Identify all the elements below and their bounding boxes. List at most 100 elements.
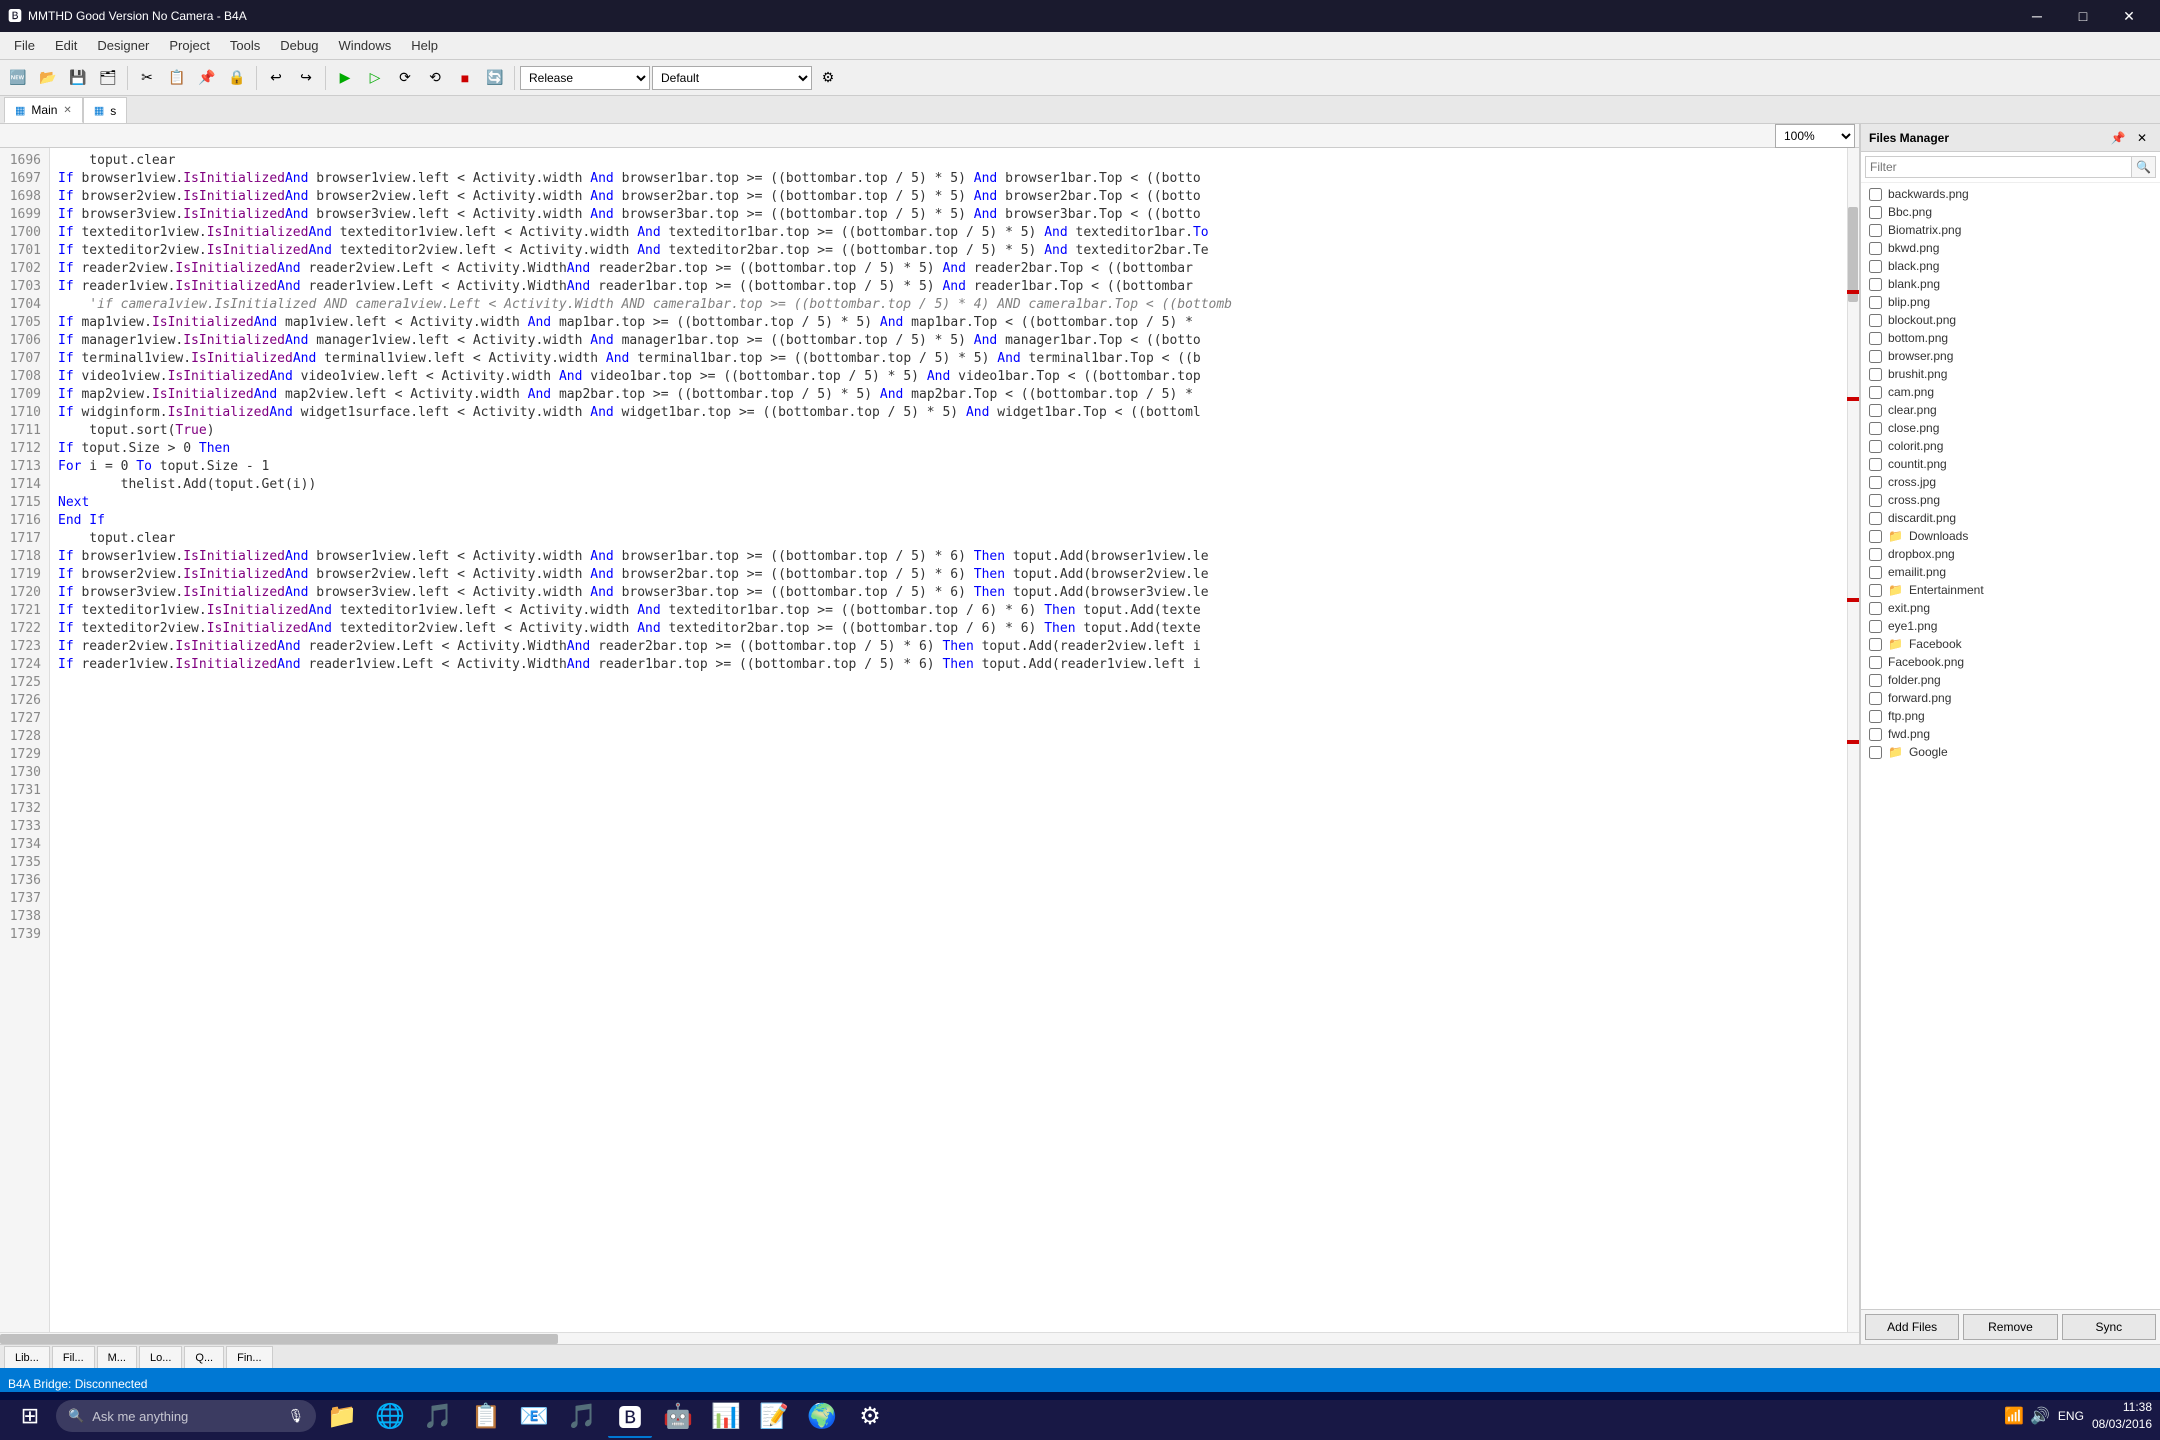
- taskbar-settings[interactable]: ⚙: [848, 1394, 892, 1438]
- search-bar[interactable]: 🔍 🎙: [56, 1400, 316, 1432]
- list-item[interactable]: Biomatrix.png: [1861, 221, 2160, 239]
- editor-content[interactable]: 1696169716981699170017011702170317041705…: [0, 148, 1859, 1332]
- close-button[interactable]: ✕: [2106, 0, 2152, 32]
- list-item[interactable]: bottom.png: [1861, 329, 2160, 347]
- list-item[interactable]: brushit.png: [1861, 365, 2160, 383]
- toolbar-new-btn[interactable]: 🆕: [4, 64, 32, 92]
- filter-input[interactable]: [1865, 156, 2132, 178]
- list-item[interactable]: fwd.png: [1861, 725, 2160, 743]
- list-item[interactable]: 📁Facebook: [1861, 635, 2160, 653]
- toolbar-save-all-btn[interactable]: 🗂: [94, 64, 122, 92]
- menu-help[interactable]: Help: [401, 34, 448, 57]
- panel-tab-lo[interactable]: Lo...: [139, 1346, 182, 1368]
- taskbar-media[interactable]: 🎵: [416, 1394, 460, 1438]
- panel-tab-fil[interactable]: Fil...: [52, 1346, 95, 1368]
- horizontal-scrollbar[interactable]: [0, 1332, 1859, 1344]
- list-item[interactable]: Bbc.png: [1861, 203, 2160, 221]
- toolbar-save-btn[interactable]: 💾: [64, 64, 92, 92]
- taskbar-chrome[interactable]: 🌍: [800, 1394, 844, 1438]
- list-item[interactable]: eye1.png: [1861, 617, 2160, 635]
- remove-button[interactable]: Remove: [1963, 1314, 2057, 1340]
- list-item[interactable]: forward.png: [1861, 689, 2160, 707]
- toolbar-copy-btn[interactable]: 📋: [163, 64, 191, 92]
- search-input[interactable]: [92, 1409, 279, 1424]
- code-content[interactable]: toput.clear If browser1view.IsInitialize…: [50, 148, 1847, 1332]
- toolbar-extra-btn[interactable]: ⚙: [814, 64, 842, 92]
- taskbar-spotify[interactable]: 🎵: [560, 1394, 604, 1438]
- list-item[interactable]: cross.png: [1861, 491, 2160, 509]
- toolbar-redo-btn[interactable]: ↪: [292, 64, 320, 92]
- list-item[interactable]: countit.png: [1861, 455, 2160, 473]
- panel-tab-fin[interactable]: Fin...: [226, 1346, 272, 1368]
- toolbar-stop-btn[interactable]: ■: [451, 64, 479, 92]
- list-item[interactable]: exit.png: [1861, 599, 2160, 617]
- list-item[interactable]: browser.png: [1861, 347, 2160, 365]
- sync-button[interactable]: Sync: [2062, 1314, 2156, 1340]
- tab-main[interactable]: ▦ Main ✕: [4, 97, 83, 123]
- toolbar-step2-btn[interactable]: ⟲: [421, 64, 449, 92]
- files-manager-close-btn[interactable]: ✕: [2132, 128, 2152, 148]
- panel-tab-lib[interactable]: Lib...: [4, 1346, 50, 1368]
- list-item[interactable]: 📁Downloads: [1861, 527, 2160, 545]
- build-config-combo[interactable]: Release Debug: [520, 66, 650, 90]
- list-item[interactable]: cam.png: [1861, 383, 2160, 401]
- device-combo[interactable]: Default: [652, 66, 812, 90]
- taskbar-task[interactable]: 📋: [464, 1394, 508, 1438]
- toolbar-step-btn[interactable]: ⟳: [391, 64, 419, 92]
- h-scrollbar-thumb[interactable]: [0, 1334, 558, 1344]
- zoom-combo[interactable]: 100% 75% 125%: [1775, 124, 1855, 148]
- list-item[interactable]: colorit.png: [1861, 437, 2160, 455]
- list-item[interactable]: clear.png: [1861, 401, 2160, 419]
- list-item[interactable]: ftp.png: [1861, 707, 2160, 725]
- menu-windows[interactable]: Windows: [329, 34, 402, 57]
- list-item[interactable]: dropbox.png: [1861, 545, 2160, 563]
- list-item[interactable]: blockout.png: [1861, 311, 2160, 329]
- list-item[interactable]: blip.png: [1861, 293, 2160, 311]
- menu-file[interactable]: File: [4, 34, 45, 57]
- list-item[interactable]: Facebook.png: [1861, 653, 2160, 671]
- list-item[interactable]: cross.jpg: [1861, 473, 2160, 491]
- filter-search-button[interactable]: 🔍: [2132, 156, 2156, 178]
- menu-edit[interactable]: Edit: [45, 34, 87, 57]
- add-files-button[interactable]: Add Files: [1865, 1314, 1959, 1340]
- list-item[interactable]: backwards.png: [1861, 185, 2160, 203]
- list-item[interactable]: discardit.png: [1861, 509, 2160, 527]
- taskbar-edge[interactable]: 🌐: [368, 1394, 412, 1438]
- toolbar-refresh-btn[interactable]: 🔄: [481, 64, 509, 92]
- toolbar-open-btn[interactable]: 📂: [34, 64, 62, 92]
- menu-tools[interactable]: Tools: [220, 34, 270, 57]
- scrollbar-thumb[interactable]: [1848, 207, 1858, 302]
- toolbar-run-btn[interactable]: ▶: [331, 64, 359, 92]
- tab-main-close[interactable]: ✕: [63, 105, 71, 116]
- menu-project[interactable]: Project: [159, 34, 219, 57]
- tab-s[interactable]: ▦ s: [83, 97, 127, 123]
- taskbar-b4a[interactable]: 🅱: [608, 1394, 652, 1438]
- vertical-scrollbar[interactable]: [1847, 148, 1859, 1332]
- taskbar-explorer[interactable]: 📁: [320, 1394, 364, 1438]
- list-item[interactable]: black.png: [1861, 257, 2160, 275]
- panel-tab-m[interactable]: M...: [97, 1346, 137, 1368]
- list-item[interactable]: emailit.png: [1861, 563, 2160, 581]
- toolbar-cut-btn[interactable]: ✂: [133, 64, 161, 92]
- toolbar-play2-btn[interactable]: ▷: [361, 64, 389, 92]
- list-item[interactable]: folder.png: [1861, 671, 2160, 689]
- taskbar-excel[interactable]: 📊: [704, 1394, 748, 1438]
- menu-designer[interactable]: Designer: [87, 34, 159, 57]
- panel-tab-q[interactable]: Q...: [184, 1346, 224, 1368]
- list-item[interactable]: 📁Google: [1861, 743, 2160, 761]
- taskbar-mail[interactable]: 📧: [512, 1394, 556, 1438]
- start-button[interactable]: ⊞: [8, 1394, 52, 1438]
- list-item[interactable]: bkwd.png: [1861, 239, 2160, 257]
- maximize-button[interactable]: □: [2060, 0, 2106, 32]
- taskbar-android[interactable]: 🤖: [656, 1394, 700, 1438]
- list-item[interactable]: blank.png: [1861, 275, 2160, 293]
- list-item[interactable]: 📁Entertainment: [1861, 581, 2160, 599]
- toolbar-paste-btn[interactable]: 📌: [193, 64, 221, 92]
- menu-debug[interactable]: Debug: [270, 34, 328, 57]
- toolbar-undo-btn[interactable]: ↩: [262, 64, 290, 92]
- files-manager-pin-btn[interactable]: 📌: [2108, 128, 2128, 148]
- toolbar-lock-btn[interactable]: 🔒: [223, 64, 251, 92]
- minimize-button[interactable]: ─: [2014, 0, 2060, 32]
- taskbar-word[interactable]: 📝: [752, 1394, 796, 1438]
- list-item[interactable]: close.png: [1861, 419, 2160, 437]
